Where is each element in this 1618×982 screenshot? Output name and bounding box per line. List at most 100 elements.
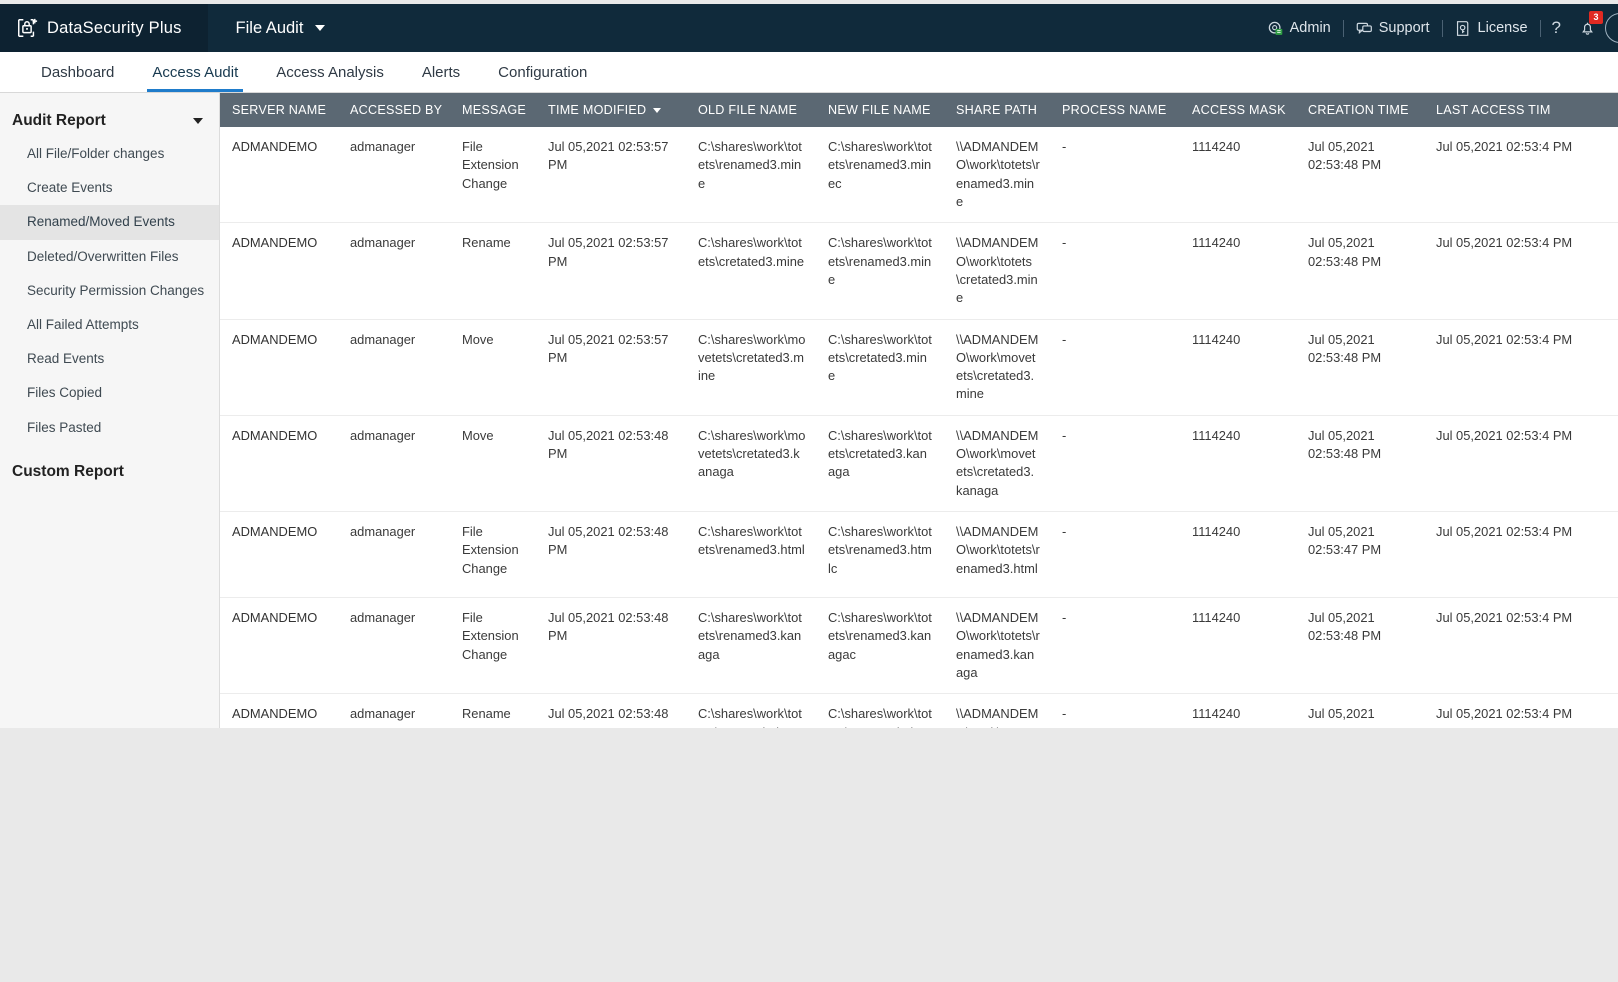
tab-dashboard[interactable]: Dashboard	[22, 52, 133, 92]
sidebar-item-files-copied[interactable]: Files Copied	[0, 376, 219, 410]
header-label: MESSAGE	[462, 103, 527, 117]
cell-message: File Extension Change	[450, 511, 536, 598]
header-label: PROCESS NAME	[1062, 103, 1167, 117]
notifications-bell[interactable]: 3	[1572, 10, 1605, 37]
cell-message: Move	[450, 319, 536, 416]
cell-creation-time: Jul 05,2021 02:53:48 PM	[1296, 222, 1424, 320]
cell-process-name: -	[1050, 511, 1180, 598]
license-menu[interactable]: License	[1443, 20, 1540, 37]
cell-new-file-name: C:\shares\work\totets\cretated3.kanaga	[816, 415, 944, 513]
license-label: License	[1477, 20, 1528, 36]
column-header-accessed-by[interactable]: ACCESSED BY	[338, 93, 450, 127]
report-content-area: SERVER NAME ACCESSED BY MESSAGE TIME MOD…	[220, 93, 1618, 728]
column-header-access-mask[interactable]: ACCESS MASK	[1180, 93, 1296, 127]
column-header-message[interactable]: MESSAGE	[450, 93, 536, 127]
top-header-bar: DataSecurity Plus File Audit Admin Suppo…	[0, 4, 1618, 52]
cell-access-mask: 1114240	[1180, 415, 1296, 513]
application-window: DataSecurity Plus File Audit Admin Suppo…	[0, 0, 1618, 982]
cell-access-mask: 1114240	[1180, 693, 1296, 728]
sidebar-item-read-events[interactable]: Read Events	[0, 342, 219, 376]
support-label: Support	[1378, 20, 1430, 36]
cell-message: Move	[450, 415, 536, 513]
tab-access-audit[interactable]: Access Audit	[133, 52, 257, 92]
column-header-last-access-time[interactable]: LAST ACCESS TIM	[1424, 93, 1618, 127]
cell-server-name: ADMANDEMO	[220, 222, 338, 320]
header-label: NEW FILE NAME	[828, 103, 931, 117]
table-row[interactable]: ADMANDEMO admanager Rename Jul 05,2021 0…	[220, 222, 1618, 320]
tab-alerts[interactable]: Alerts	[403, 52, 479, 92]
sidebar-item-security-permission-changes[interactable]: Security Permission Changes	[0, 274, 219, 308]
column-header-time-modified[interactable]: TIME MODIFIED	[536, 93, 686, 127]
cell-old-file-name: C:\shares\work\totets\renamed3.mine	[686, 127, 816, 224]
sidebar-item-deleted-overwritten-files[interactable]: Deleted/Overwritten Files	[0, 240, 219, 274]
cell-share-path: \\ADMANDEMO\work\totets\renamed3.html	[944, 511, 1050, 598]
chevron-down-icon	[315, 25, 326, 31]
table-row[interactable]: ADMANDEMO admanager Move Jul 05,2021 02:…	[220, 415, 1618, 513]
cell-share-path: \\ADMANDEMO\work\totets\cretated3.kanaga	[944, 693, 1050, 728]
sidebar-item-all-failed-attempts[interactable]: All Failed Attempts	[0, 308, 219, 342]
cell-creation-time: Jul 05,2021 02:53:48 PM	[1296, 415, 1424, 513]
support-menu[interactable]: Support	[1344, 20, 1442, 37]
column-header-share-path[interactable]: SHARE PATH	[944, 93, 1050, 127]
cell-message: Rename	[450, 222, 536, 320]
sidebar-item-renamed-moved-events[interactable]: Renamed/Moved Events	[0, 205, 219, 240]
tab-access-analysis[interactable]: Access Analysis	[257, 52, 403, 92]
cell-access-mask: 1114240	[1180, 511, 1296, 598]
cell-server-name: ADMANDEMO	[220, 127, 338, 224]
sidebar-item-create-events[interactable]: Create Events	[0, 171, 219, 205]
sidebar-section-title: Audit Report	[12, 112, 106, 129]
cell-accessed-by: admanager	[338, 222, 450, 320]
cell-accessed-by: admanager	[338, 511, 450, 598]
cell-accessed-by: admanager	[338, 597, 450, 695]
cell-creation-time: Jul 05,2021 02:53:48 PM	[1296, 597, 1424, 695]
left-sidebar: Audit Report All File/Folder changes Cre…	[0, 93, 220, 728]
user-avatar[interactable]	[1605, 13, 1618, 43]
cell-message: File Extension Change	[450, 597, 536, 695]
column-header-process-name[interactable]: PROCESS NAME	[1050, 93, 1180, 127]
sidebar-item-all-file-folder-changes[interactable]: All File/Folder changes	[0, 137, 219, 171]
admin-menu[interactable]: Admin	[1255, 20, 1343, 37]
cell-old-file-name: C:\shares\work\totets\cretated3.mine	[686, 222, 816, 320]
cell-server-name: ADMANDEMO	[220, 319, 338, 416]
sidebar-section-custom-report[interactable]: Custom Report	[0, 445, 219, 488]
admin-gear-icon	[1267, 20, 1284, 37]
header-label: LAST ACCESS TIM	[1436, 103, 1551, 117]
cell-process-name: -	[1050, 597, 1180, 695]
table-header-row: SERVER NAME ACCESSED BY MESSAGE TIME MOD…	[220, 93, 1618, 127]
cell-process-name: -	[1050, 415, 1180, 513]
cell-creation-time: Jul 05,2021 02:53:48 PM	[1296, 693, 1424, 728]
sidebar-item-files-pasted[interactable]: Files Pasted	[0, 411, 219, 445]
column-header-new-file-name[interactable]: NEW FILE NAME	[816, 93, 944, 127]
cell-last-access-time: Jul 05,2021 02:53:4 PM	[1424, 415, 1618, 513]
column-header-old-file-name[interactable]: OLD FILE NAME	[686, 93, 816, 127]
header-label: CREATION TIME	[1308, 103, 1409, 117]
cell-new-file-name: C:\shares\work\totets\renamed3.minec	[816, 127, 944, 224]
table-row[interactable]: ADMANDEMO admanager Move Jul 05,2021 02:…	[220, 319, 1618, 416]
cell-last-access-time: Jul 05,2021 02:53:4 PM	[1424, 127, 1618, 224]
cell-accessed-by: admanager	[338, 415, 450, 513]
column-header-server-name[interactable]: SERVER NAME	[220, 93, 338, 127]
table-row[interactable]: ADMANDEMO admanager Rename Jul 05,2021 0…	[220, 693, 1618, 728]
cell-last-access-time: Jul 05,2021 02:53:4 PM	[1424, 222, 1618, 320]
cell-old-file-name: C:\shares\work\movetets\cretated3.mine	[686, 319, 816, 416]
cell-access-mask: 1114240	[1180, 597, 1296, 695]
main-navigation-tabs: Dashboard Access Audit Access Analysis A…	[0, 52, 1618, 93]
cell-share-path: \\ADMANDEMO\work\totets\renamed3.kanaga	[944, 597, 1050, 695]
module-selector[interactable]: File Audit	[218, 19, 344, 38]
sidebar-section-audit-report[interactable]: Audit Report	[0, 105, 219, 137]
header-label: TIME MODIFIED	[548, 103, 647, 117]
table-row[interactable]: ADMANDEMO admanager File Extension Chang…	[220, 597, 1618, 695]
cell-access-mask: 1114240	[1180, 127, 1296, 224]
cell-time-modified: Jul 05,2021 02:53:48 PM	[536, 415, 686, 513]
chevron-down-icon	[193, 118, 203, 124]
tab-configuration[interactable]: Configuration	[479, 52, 606, 92]
help-icon[interactable]: ?	[1541, 18, 1572, 38]
cell-time-modified: Jul 05,2021 02:53:57 PM	[536, 127, 686, 224]
header-label: ACCESSED BY	[350, 103, 443, 117]
cell-creation-time: Jul 05,2021 02:53:48 PM	[1296, 319, 1424, 416]
column-header-creation-time[interactable]: CREATION TIME	[1296, 93, 1424, 127]
brand-block[interactable]: DataSecurity Plus	[0, 4, 208, 52]
table-row[interactable]: ADMANDEMO admanager File Extension Chang…	[220, 127, 1618, 224]
table-row[interactable]: ADMANDEMO admanager File Extension Chang…	[220, 511, 1618, 598]
cell-last-access-time: Jul 05,2021 02:53:4 PM	[1424, 511, 1618, 598]
